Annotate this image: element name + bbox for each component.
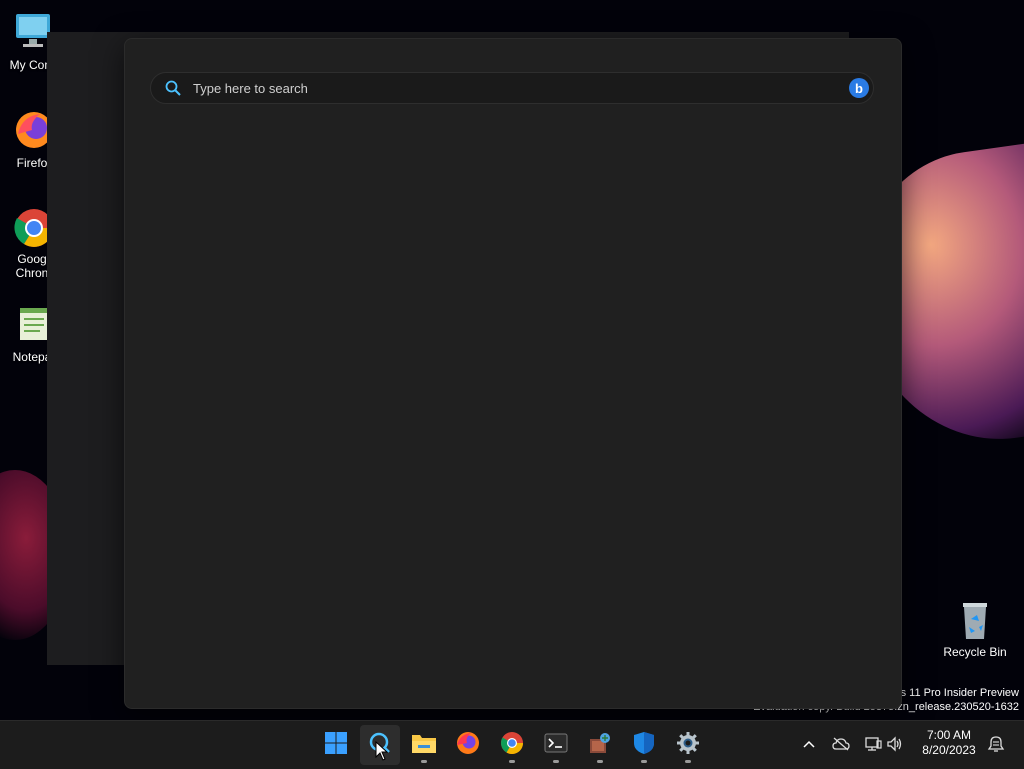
- taskbar-chrome[interactable]: [492, 725, 532, 765]
- bing-icon: b: [855, 80, 863, 96]
- running-indicator: [553, 760, 559, 763]
- taskbar-file-explorer[interactable]: [404, 725, 444, 765]
- system-clock[interactable]: 7:00 AM 8/20/2023: [912, 728, 986, 758]
- notification-icon[interactable]: [987, 735, 1005, 753]
- firefox-icon: [455, 730, 481, 761]
- search-box[interactable]: b: [150, 72, 874, 104]
- taskbar-defender[interactable]: [624, 725, 664, 765]
- running-indicator: [641, 760, 647, 763]
- clock-date: 8/20/2023: [922, 743, 976, 757]
- mouse-cursor-icon: [375, 740, 389, 766]
- taskbar-app[interactable]: [580, 725, 620, 765]
- shield-icon: [633, 731, 655, 760]
- chrome-icon: [500, 731, 524, 760]
- taskbar-settings[interactable]: [668, 725, 708, 765]
- gear-icon: [676, 731, 700, 760]
- running-indicator: [597, 760, 603, 763]
- start-button[interactable]: [316, 725, 356, 765]
- volume-icon[interactable]: [886, 735, 904, 753]
- folder-icon: [411, 732, 437, 759]
- app-icon: [588, 731, 612, 760]
- recycle-bin-label: Recycle Bin: [943, 645, 1007, 659]
- running-indicator: [509, 760, 515, 763]
- running-indicator: [685, 760, 691, 763]
- clock-time: 7:00 AM: [926, 728, 972, 742]
- bing-button[interactable]: b: [849, 78, 869, 98]
- network-icon[interactable]: [864, 735, 882, 753]
- taskbar: [0, 720, 1024, 769]
- running-indicator: [421, 760, 427, 763]
- taskbar-firefox[interactable]: [448, 725, 488, 765]
- search-input[interactable]: [191, 79, 849, 97]
- recycle-bin-icon: [955, 597, 995, 641]
- onedrive-off-icon[interactable]: [832, 735, 850, 753]
- desktop-icon-recycle-bin[interactable]: Recycle Bin: [940, 597, 1010, 659]
- search-flyout: b: [124, 38, 902, 709]
- windows-start-icon: [324, 731, 348, 760]
- chevron-up-icon[interactable]: [800, 735, 818, 753]
- terminal-icon: [544, 733, 568, 758]
- search-icon: [165, 80, 181, 96]
- taskbar-terminal[interactable]: [536, 725, 576, 765]
